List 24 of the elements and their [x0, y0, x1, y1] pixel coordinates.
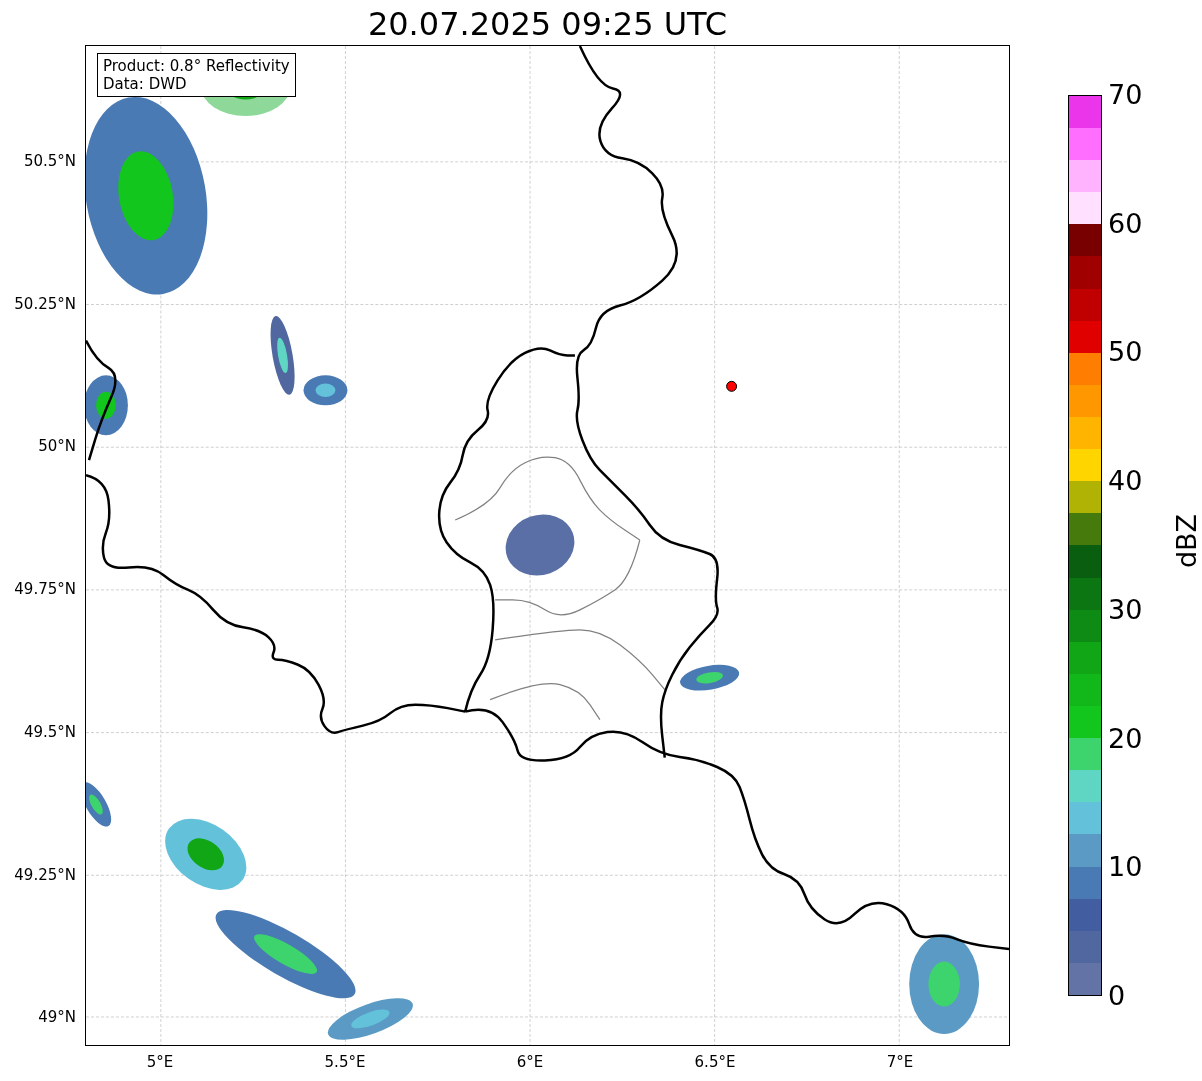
chart-title: 20.07.2025 09:25 UTC [366, 4, 729, 44]
colorbar-tick-label: 50 [1108, 336, 1143, 369]
colorbar-tick-label: 40 [1108, 465, 1143, 498]
latitude-label: 50°N [38, 437, 76, 456]
colorbar-tick-label: 20 [1108, 722, 1143, 755]
latitude-label: 49.75°N [14, 580, 76, 599]
colorbar-tick-label: 0 [1108, 980, 1126, 1012]
longitude-label: 6.5°E [693, 1053, 737, 1071]
latitude-label: 50.25°N [14, 294, 76, 313]
longitude-label: 6°E [515, 1053, 545, 1071]
latitude-label: 49°N [38, 1008, 76, 1027]
colorbar-label: dBZ [1171, 513, 1202, 569]
colorbar-tick-label: 60 [1108, 207, 1143, 240]
colorbar-tick-label: 10 [1108, 851, 1143, 884]
info-text: Product: 0.8° Reflectivity [103, 57, 290, 75]
latitude-label: 50.5°N [23, 152, 76, 170]
longitude-label: 5.5°E [323, 1053, 367, 1071]
latitude-label: 49.25°N [14, 865, 76, 884]
latitude-label: 49.5°N [23, 722, 76, 741]
info-text: Data: DWD [103, 75, 188, 93]
longitude-label: 7°E [885, 1053, 915, 1071]
colorbar-tick-label: 30 [1108, 593, 1143, 626]
longitude-label: 5°E [145, 1053, 175, 1071]
colorbar-tick-label: 70 [1108, 79, 1143, 111]
